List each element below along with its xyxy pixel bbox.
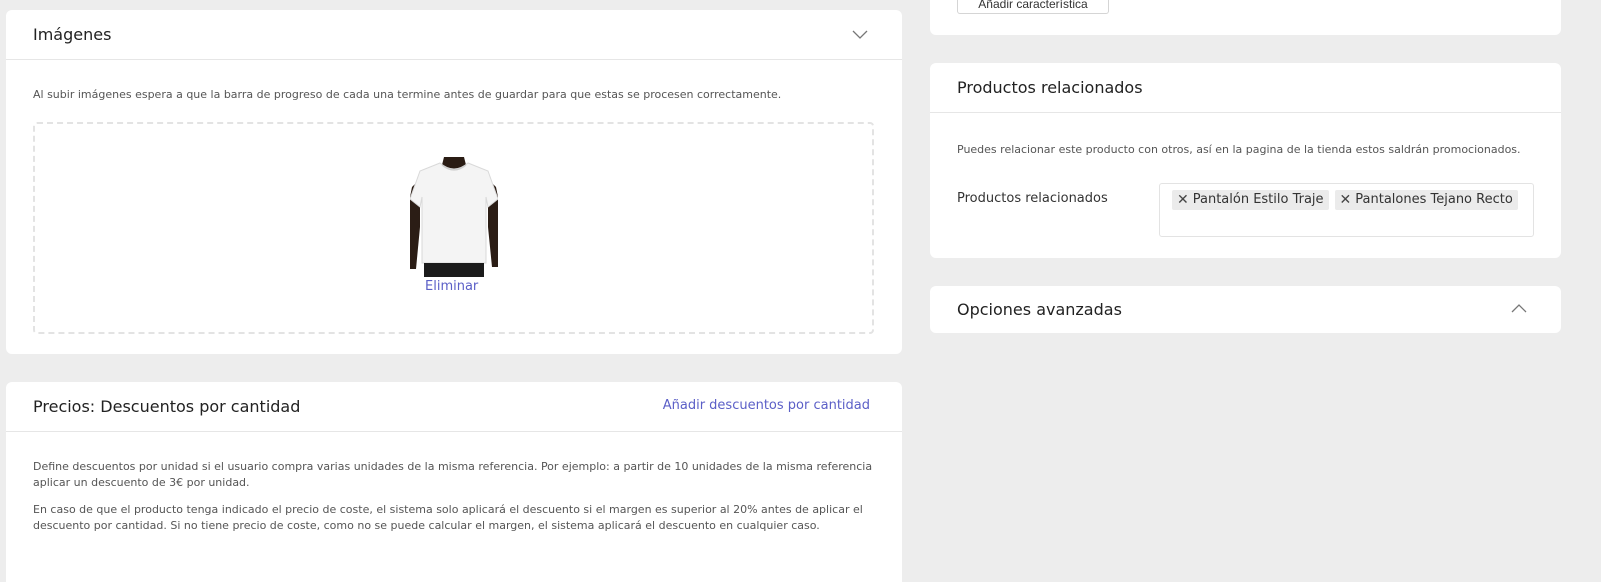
quantity-discounts-card: Precios: Descuentos por cantidad Añadir … [6, 382, 902, 582]
related-products-input[interactable]: ✕ Pantalón Estilo Traje ✕ Pantalones Tej… [1159, 183, 1534, 237]
quantity-discounts-header: Precios: Descuentos por cantidad Añadir … [6, 382, 902, 432]
related-products-header: Productos relacionados [930, 63, 1561, 113]
add-feature-button[interactable]: Añadir característica [957, 0, 1109, 14]
images-card-title: Imágenes [33, 25, 112, 44]
remove-tag-icon[interactable]: ✕ [1340, 193, 1352, 207]
related-products-title: Productos relacionados [957, 78, 1143, 97]
advanced-options-header[interactable]: Opciones avanzadas [930, 286, 1561, 333]
chevron-down-icon[interactable] [852, 26, 868, 42]
remove-tag-icon[interactable]: ✕ [1177, 193, 1189, 207]
related-product-tag: ✕ Pantalones Tejano Recto [1334, 190, 1518, 210]
advanced-options-title: Opciones avanzadas [957, 300, 1122, 319]
tag-label: Pantalones Tejano Recto [1355, 192, 1513, 207]
quantity-discounts-help-1: Define descuentos por unidad si el usuar… [33, 460, 873, 489]
add-quantity-discount-link[interactable]: Añadir descuentos por cantidad [663, 398, 870, 413]
features-card: Añadir característica [930, 0, 1561, 35]
advanced-options-card: Opciones avanzadas [930, 286, 1561, 333]
quantity-discounts-help-2: En caso de que el producto tenga indicad… [33, 503, 863, 532]
tag-label: Pantalón Estilo Traje [1192, 192, 1324, 207]
images-help-text: Al subir imágenes espera a que la barra … [33, 88, 782, 101]
chevron-up-icon[interactable] [1511, 301, 1527, 317]
images-card-header[interactable]: Imágenes [6, 10, 902, 60]
delete-image-link[interactable]: Eliminar [425, 279, 478, 294]
product-image-thumbnail [410, 157, 498, 277]
related-products-help: Puedes relacionar este producto con otro… [957, 143, 1521, 156]
quantity-discounts-title: Precios: Descuentos por cantidad [33, 397, 301, 416]
related-products-label: Productos relacionados [957, 191, 1108, 206]
images-card: Imágenes Al subir imágenes espera a que … [6, 10, 902, 354]
related-products-card: Productos relacionados Puedes relacionar… [930, 63, 1561, 258]
related-product-tag: ✕ Pantalón Estilo Traje [1172, 190, 1329, 210]
image-dropzone[interactable]: Eliminar [33, 122, 874, 334]
